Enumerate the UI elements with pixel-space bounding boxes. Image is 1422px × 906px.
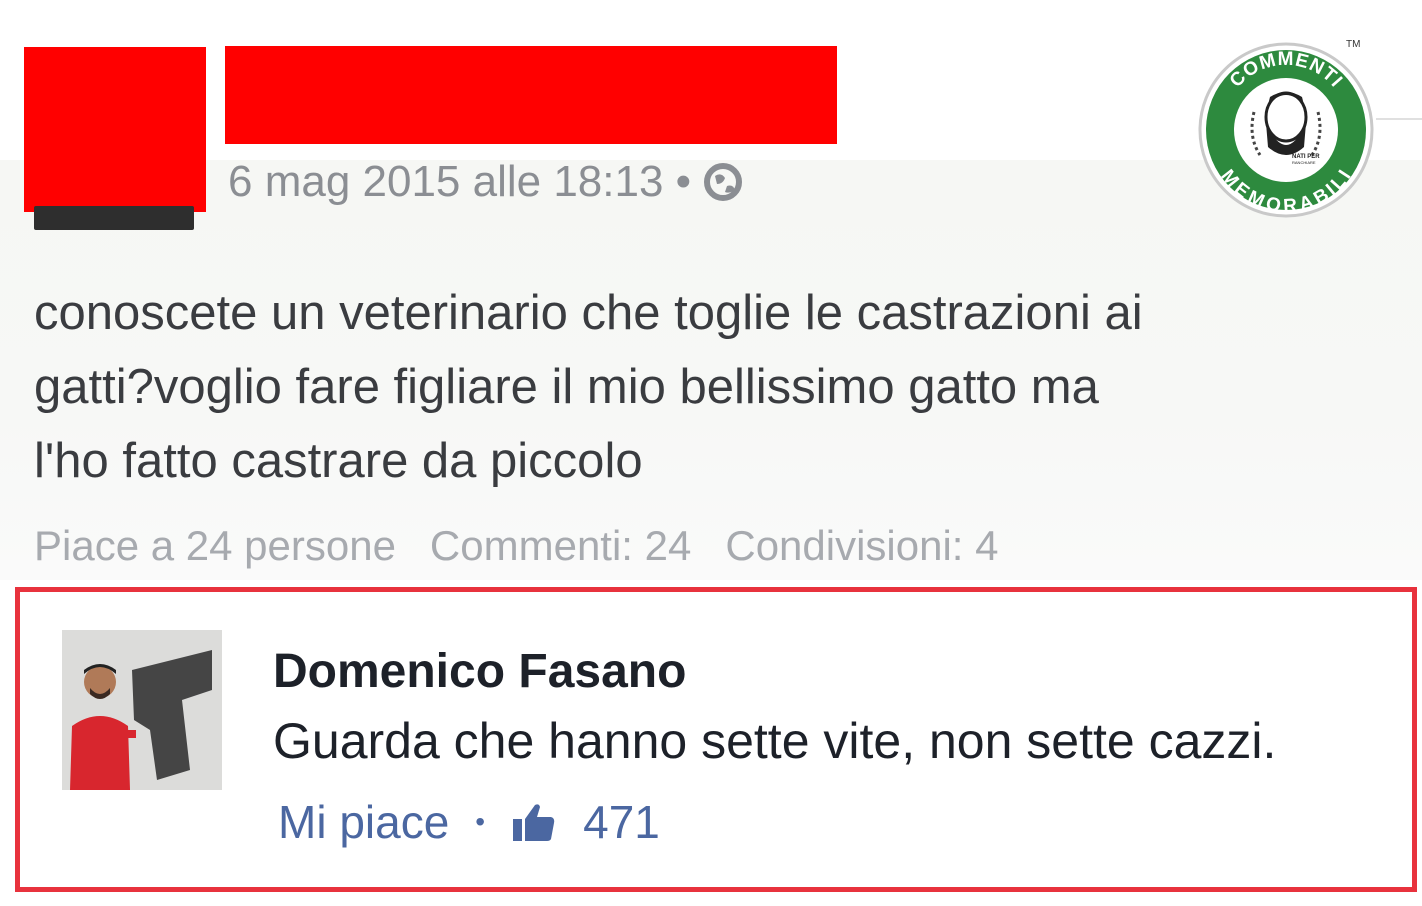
logo-divider xyxy=(1376,118,1422,120)
comment-like-count[interactable]: 471 xyxy=(583,795,660,849)
comments-count-link[interactable]: Commenti: 24 xyxy=(430,522,691,570)
thumbs-up-icon[interactable] xyxy=(511,799,557,845)
logo-tagline-2: RANCHIARE xyxy=(1292,160,1316,165)
commenti-memorabili-logo: COMMENTI MEMORABILI NATI PER RANCHIARE T… xyxy=(1198,39,1374,218)
comment-actions: Mi piace • 471 xyxy=(278,792,660,852)
like-button[interactable]: Mi piace xyxy=(278,795,449,849)
highlighted-comment: Domenico Fasano Guarda che hanno sette v… xyxy=(15,587,1417,892)
shares-count-link[interactable]: Condivisioni: 4 xyxy=(725,522,998,570)
globe-icon xyxy=(704,163,743,201)
redacted-avatar xyxy=(24,47,206,212)
comment-author[interactable]: Domenico Fasano xyxy=(273,644,686,699)
post-text-line: l'ho fatto castrare da piccolo xyxy=(34,434,643,488)
logo-trademark: TM xyxy=(1346,39,1360,50)
post-text-line: gatti?voglio fare figliare il mio bellis… xyxy=(34,360,1099,414)
separator-dot: • xyxy=(475,806,486,837)
avatar-bottom-edge xyxy=(34,206,194,230)
comment-text: Guarda che hanno sette vite, non sette c… xyxy=(273,713,1277,769)
likes-count-link[interactable]: Piace a 24 persone xyxy=(34,522,396,570)
post-meta: 6 mag 2015 alle 18:13 • xyxy=(228,156,743,208)
post-text-line: conoscete un veterinario che toglie le c… xyxy=(34,286,1143,340)
post-timestamp[interactable]: 6 mag 2015 alle 18:13 • xyxy=(228,157,691,207)
redacted-author-name xyxy=(225,46,837,144)
comment-avatar[interactable] xyxy=(62,630,222,790)
post-stats: Piace a 24 persone Commenti: 24 Condivis… xyxy=(34,518,999,574)
post-text: conoscete un veterinario che toglie le c… xyxy=(34,276,1394,498)
